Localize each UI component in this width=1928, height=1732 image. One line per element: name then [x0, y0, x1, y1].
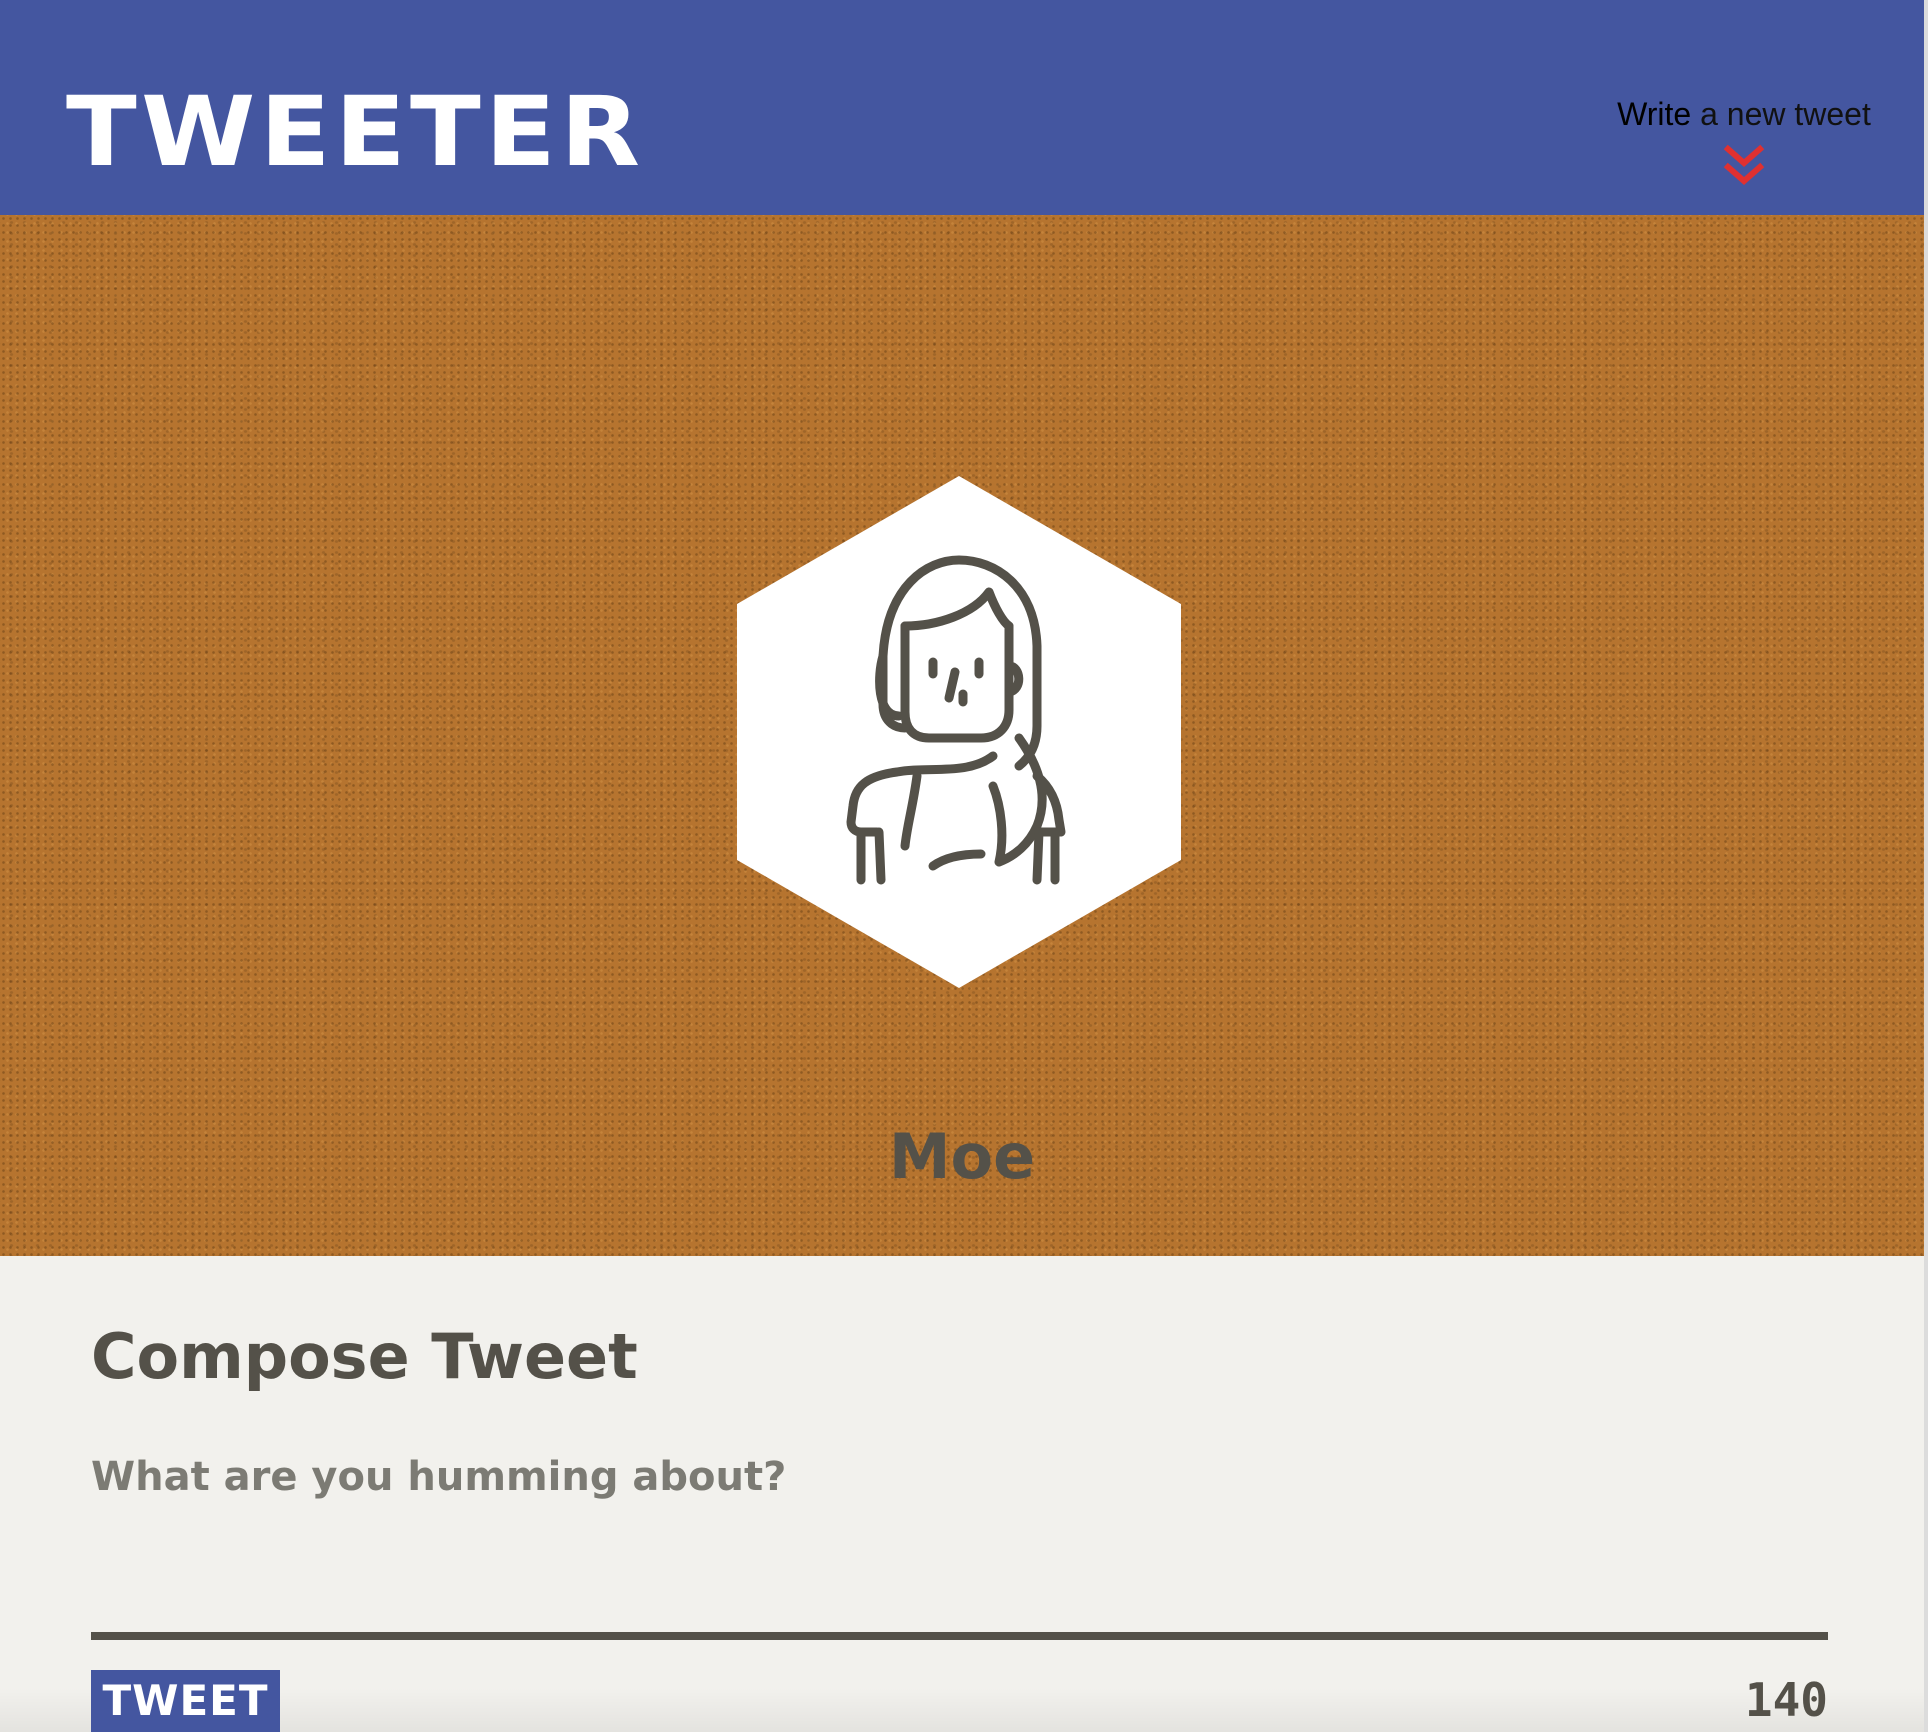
- top-nav: TWEETER Write a new tweet: [0, 0, 1924, 215]
- profile-name: Moe: [888, 1120, 1036, 1193]
- window-edge: [1924, 0, 1928, 1732]
- app-logo[interactable]: TWEETER: [66, 84, 644, 180]
- write-label-bold: Write: [1617, 96, 1692, 132]
- bottom-shadow: [0, 1688, 1924, 1732]
- double-chevron-down-icon: [1723, 144, 1765, 185]
- write-label-rest: a new tweet: [1691, 96, 1871, 132]
- compose-title: Compose Tweet: [91, 1320, 638, 1393]
- profile-banner: Moe: [0, 215, 1924, 1256]
- compose-divider: [91, 1632, 1828, 1640]
- compose-section: Compose Tweet TWEET 140: [0, 1256, 1924, 1732]
- tweet-text-input[interactable]: [91, 1454, 1828, 1574]
- write-new-tweet-toggle[interactable]: Write a new tweet: [1584, 96, 1904, 191]
- page: TWEETER Write a new tweet Moe Compose Tw…: [0, 0, 1924, 1732]
- char-counter: 140: [1744, 1673, 1828, 1727]
- tweet-submit-button[interactable]: TWEET: [91, 1670, 280, 1732]
- woman-avatar-icon: [737, 476, 1181, 988]
